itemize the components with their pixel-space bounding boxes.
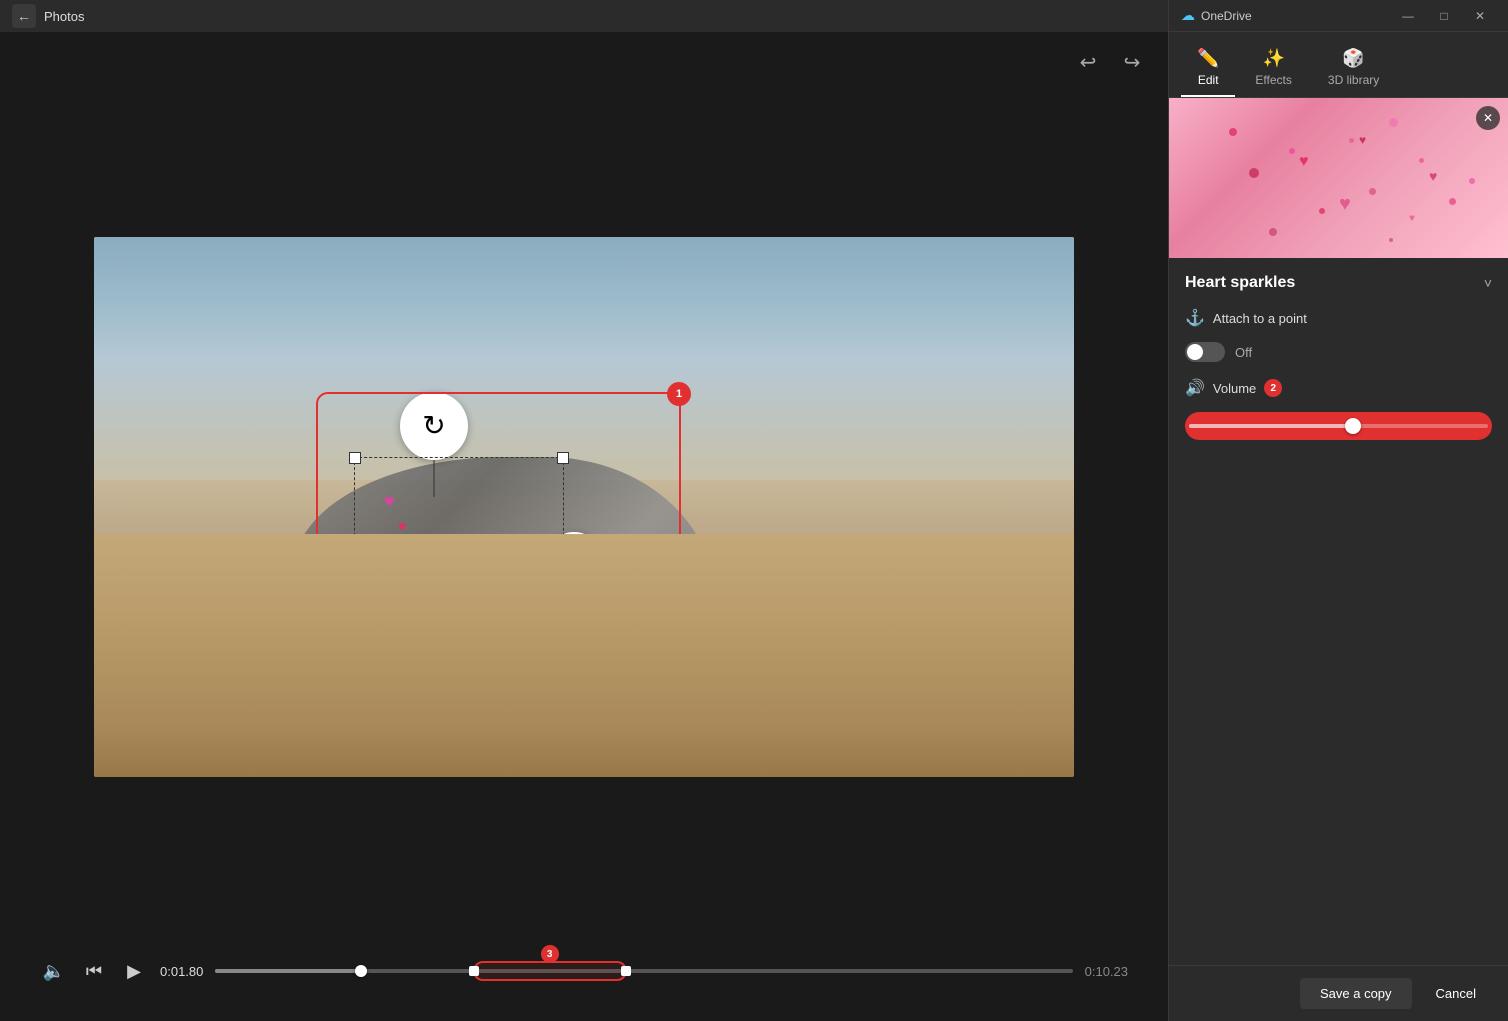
edit-tab-icon: ✏️ [1197,48,1219,69]
3d-tab-icon: 🎲 [1342,48,1364,69]
rotate-mid-handle[interactable]: ↺ [545,532,603,590]
volume-filled [1189,424,1353,428]
timeline-track[interactable]: 3 [215,969,1072,973]
attach-label: Attach to a point [1213,311,1307,326]
volume-label: Volume [1213,381,1256,396]
effects-tab-icon: ✨ [1262,48,1284,69]
total-time: 0:10.23 [1085,964,1128,979]
timeline-selection[interactable]: 3 [473,961,627,981]
handle-tl[interactable] [349,452,361,464]
panel-footer: Save a copy Cancel [1169,965,1508,1021]
canvas-wrapper: ♥ ♥ ♥ ♥ ↻ [0,92,1168,921]
handle-br[interactable] [557,645,569,657]
anchor-icon: ⚓ [1185,308,1205,328]
back-button[interactable]: ← [12,4,36,28]
timeline-filled [215,969,361,973]
effect-close-button[interactable]: ✕ [1476,106,1500,130]
onedrive-label: OneDrive [1201,9,1252,23]
volume-icon: 🔈 [43,961,65,982]
redo-button[interactable]: ↪ [1116,46,1148,78]
volume-slider-container[interactable] [1185,412,1492,440]
collapse-icon[interactable]: ˅ [1484,275,1492,291]
effects-tab-label: Effects [1255,73,1291,87]
seal-silhouette [294,457,714,737]
tab-edit[interactable]: ✏️ Edit [1181,40,1235,97]
playback-row: 🔈 ⏮ ▶ 0:01.80 3 [40,957,1128,985]
volume-track [1189,424,1488,428]
close-icon: ✕ [1483,111,1493,125]
toolbar: ↩ ↪ [0,32,1168,92]
minimize-button[interactable]: — [1392,2,1424,30]
edit-tab-label: Edit [1198,73,1219,87]
rotate-top-handle[interactable]: ↻ [400,392,468,460]
toggle-knob [1187,344,1203,360]
cancel-button[interactable]: Cancel [1420,978,1492,1009]
timeline-container[interactable]: 3 [215,959,1072,983]
timeline-selection-badge: 3 [541,945,559,963]
video-background: ♥ ♥ ♥ ♥ ↻ [94,237,1074,777]
undo-button[interactable]: ↩ [1072,46,1104,78]
attach-row[interactable]: ⚓ Attach to a point [1185,308,1492,328]
volume-thumb[interactable] [1345,418,1361,434]
3d-tab-label: 3D library [1328,73,1379,87]
handle-bl[interactable] [349,645,361,657]
selection-right-handle[interactable] [621,966,631,976]
toggle-label: Off [1235,345,1252,360]
onedrive-icon: ☁ [1181,7,1195,24]
save-copy-button[interactable]: Save a copy [1300,978,1412,1009]
close-button[interactable]: ✕ [1464,2,1496,30]
play-button[interactable]: ▶ [120,957,148,985]
right-panel: ☁ OneDrive — □ ✕ ✏️ Edit ✨ Effects 🎲 3D … [1168,0,1508,1021]
panel-content: ♥ ♥ ♥ ♥ ♥ ✕ Heart sparkles ˅ ⚓ [1169,98,1508,965]
connector-line [434,460,435,497]
timeline-thumb[interactable] [355,965,367,977]
selection-box: 1 [316,392,681,767]
bottom-controls: 🔈 ⏮ ▶ 0:01.80 3 [0,921,1168,1021]
selection-badge: 1 [667,382,691,406]
effect-preview: ♥ ♥ ♥ ♥ ♥ ✕ [1169,98,1508,258]
effect-title: Heart sparkles [1185,274,1295,292]
rotate-bottom-handle[interactable]: ↻ [400,682,468,750]
video-canvas[interactable]: ♥ ♥ ♥ ♥ ↻ [94,237,1074,777]
prev-button[interactable]: ⏮ [80,957,108,985]
volume-badge: 2 [1264,379,1282,397]
current-time: 0:01.80 [160,964,203,979]
effect-title-row: Heart sparkles ˅ [1185,274,1492,292]
title-bar: ← Photos [0,0,1168,32]
maximize-button[interactable]: □ [1428,2,1460,30]
app-title: Photos [44,9,84,24]
volume-toggle-button[interactable]: 🔈 [40,957,68,985]
hearts-overlay: ♥ ♥ ♥ ♥ [384,487,409,561]
toggle-switch[interactable] [1185,342,1225,362]
tab-effects[interactable]: ✨ Effects [1239,40,1307,97]
effect-info: Heart sparkles ˅ ⚓ Attach to a point Off [1169,258,1508,456]
tabs-row: ✏️ Edit ✨ Effects 🎲 3D library [1169,32,1508,98]
volume-row: 🔊 Volume 2 [1185,378,1492,398]
onedrive-bar: ☁ OneDrive — □ ✕ [1169,0,1508,32]
volume-speaker-icon: 🔊 [1185,378,1205,398]
selection-left-handle[interactable] [469,966,479,976]
toggle-row: Off [1185,342,1492,362]
tab-3dlibrary[interactable]: 🎲 3D library [1312,40,1395,97]
sparkle-dots: ♥ ♥ ♥ ♥ ♥ [1169,98,1508,258]
